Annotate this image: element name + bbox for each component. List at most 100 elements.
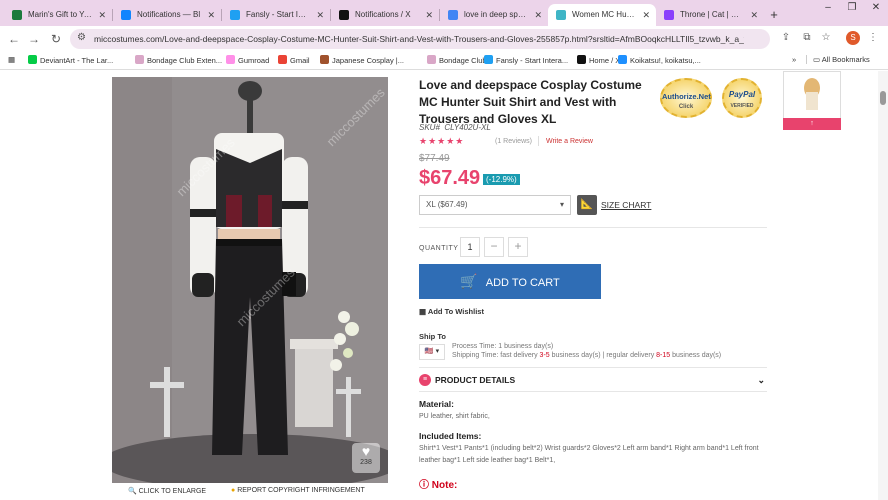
bookmark-item[interactable]: Bondage Club Exten... [135,55,222,65]
like-button[interactable]: ♥ 238 [352,443,380,473]
tab-label: Notifications — Bl [137,10,201,19]
bookmark-item[interactable]: Koikatsu!, koikatsu,... [618,55,701,65]
product-title: Love and deepspace Cosplay Costume MC Hu… [419,78,642,126]
profile-avatar[interactable]: S [846,31,860,45]
tab-favicon-icon [230,10,240,20]
tab-close-icon[interactable]: ✕ [98,4,106,26]
paypal-verified-badge[interactable]: PayPal VERIFIED [722,78,762,118]
back-icon[interactable]: ← [6,31,22,47]
details-icon: ≡ [419,374,431,386]
share-icon[interactable]: ⧉ [800,32,814,43]
bookmark-item[interactable]: Gumroad [226,55,269,65]
bookmark-item[interactable]: Japanese Cosplay |... [320,55,404,65]
product-details-toggle[interactable]: ≡ PRODUCT DETAILS ⌄ [419,371,767,389]
note-heading: ⓘ Note: [419,480,458,491]
bookmark-label: Gumroad [238,56,270,65]
browser-tab[interactable]: love in deep space ✕ [440,4,548,26]
quantity-decrease-button[interactable]: − [484,237,504,257]
paypal-label: PayPal [728,90,756,99]
scroll-up-button[interactable]: ↑ [783,118,841,130]
add-to-cart-label: ADD TO CART [485,277,560,289]
write-review-link[interactable]: Write a Review [546,138,593,145]
related-product-thumbnail[interactable] [783,71,841,119]
tab-label: Marin's Gift to You [28,10,93,19]
note-label: Note: [431,480,458,491]
minimize-button[interactable]: – [818,2,838,13]
forward-icon[interactable]: → [26,31,42,47]
bookmark-label: Bondage Club Exten... [147,56,223,65]
bookmark-item[interactable]: Home / X [577,55,620,65]
scrollbar-thumb[interactable] [880,91,886,105]
shipping-prefix: Shipping Time: fast delivery [452,352,540,359]
reload-icon[interactable]: ↻ [48,31,64,47]
authorize-net-badge[interactable]: Authorize.Net Click [660,78,712,118]
all-bookmarks-button[interactable]: ▭ All Bookmarks [806,55,870,64]
tab-favicon-icon [556,10,566,20]
product-image[interactable]: miccostumes miccostumes miccostumes [112,77,388,483]
more-bookmarks-button[interactable]: » [792,55,796,64]
browser-tab[interactable]: Notifications — Bl ✕ [113,4,221,26]
tab-close-icon[interactable]: ✕ [316,4,324,26]
add-to-wishlist-link[interactable]: ▦ Add To Wishlist [419,307,484,316]
bookmark-item[interactable]: Fansly - Start Intera... [484,55,568,65]
bookmark-item[interactable]: Bondage Club [427,55,487,65]
bookmark-item[interactable]: DeviantArt - The Lar... [28,55,113,65]
country-select[interactable]: 🇺🇸 ▾ [419,344,445,360]
bookmark-favicon-icon [135,55,144,64]
bookmark-item[interactable]: Gmail [278,55,310,65]
page-scrollbar[interactable] [878,71,888,500]
divider [538,136,539,146]
original-price: $77.49 [419,153,450,164]
quantity-input[interactable]: 1 [460,237,480,257]
size-select-value: XL ($67.49) [426,200,468,209]
fast-delivery-range: 3-5 [539,352,550,359]
size-chart-link[interactable]: SIZE CHART [601,200,651,210]
bookmark-star-icon[interactable]: ☆ [819,32,833,43]
tab-close-icon[interactable]: ✕ [425,4,433,26]
process-time: Process Time: 1 business day(s) [452,343,554,350]
authorize-label: Authorize.Net [662,92,711,101]
apps-grid-icon[interactable]: ▦ [8,55,15,64]
new-tab-button[interactable]: + [764,4,784,26]
shipping-time: Shipping Time: fast delivery 3-5 busines… [452,352,721,359]
like-count: 238 [360,459,372,466]
size-select[interactable]: XL ($67.49) ▾ [419,195,571,215]
material-text: PU leather, shirt fabric, [419,413,490,420]
quantity-increase-button[interactable]: + [508,237,528,257]
tab-close-icon[interactable]: ✕ [642,4,650,26]
divider [419,227,767,228]
browser-tab[interactable]: Marin's Gift to You ✕ [4,4,112,26]
page-content: miccostumes miccostumes miccostumes ♥ 23… [0,71,888,500]
bookmark-favicon-icon [484,55,493,64]
bookmark-favicon-icon [278,55,287,64]
extensions-icon[interactable]: ⇪ [779,32,793,43]
bookmark-label: Koikatsu!, koikatsu,... [630,56,701,65]
browser-tab[interactable]: Women MC Hunter ✕ [548,4,656,26]
ruler-icon[interactable]: 📐 [577,195,597,215]
tab-close-icon[interactable]: ✕ [534,4,542,26]
click-to-enlarge-link[interactable]: 🔍 CLICK TO ENLARGE [128,487,206,495]
menu-icon[interactable]: ⋮ [866,32,880,43]
browser-tab[interactable]: Throne | Cat | Wor ✕ [656,4,764,26]
tab-close-icon[interactable]: ✕ [207,4,215,26]
maximize-button[interactable]: ❐ [842,2,862,13]
sale-price: $67.49 [419,167,481,189]
click-to-enlarge-label: CLICK TO ENLARGE [138,488,207,495]
bookmark-label: Bondage Club [439,56,487,65]
site-info-icon[interactable]: ⚙ [77,32,86,43]
cart-icon: 🛒 [460,273,478,289]
magnifier-icon: 🔍 [128,488,137,495]
chevron-down-icon: ▾ [559,200,564,209]
review-count[interactable]: (1 Reviews) [495,138,532,145]
tab-close-icon[interactable]: ✕ [750,4,758,26]
report-label: REPORT COPYRIGHT INFRINGEMENT [237,487,365,494]
close-window-button[interactable]: ✕ [866,2,886,13]
bookmark-label: Home / X [589,56,621,65]
wishlist-icon: ▦ [419,307,427,316]
browser-tab[interactable]: Notifications / X ✕ [331,4,439,26]
address-bar[interactable]: ⚙ miccostumes.com/Love-and-deepspace-Cos… [70,29,770,49]
rating-stars[interactable]: ★★★★★ [419,136,464,147]
browser-tab[interactable]: Fansly - Start Intera ✕ [222,4,330,26]
report-copyright-link[interactable]: ● REPORT COPYRIGHT INFRINGEMENT [231,487,365,494]
add-to-cart-button[interactable]: 🛒 ADD TO CART [419,264,601,299]
